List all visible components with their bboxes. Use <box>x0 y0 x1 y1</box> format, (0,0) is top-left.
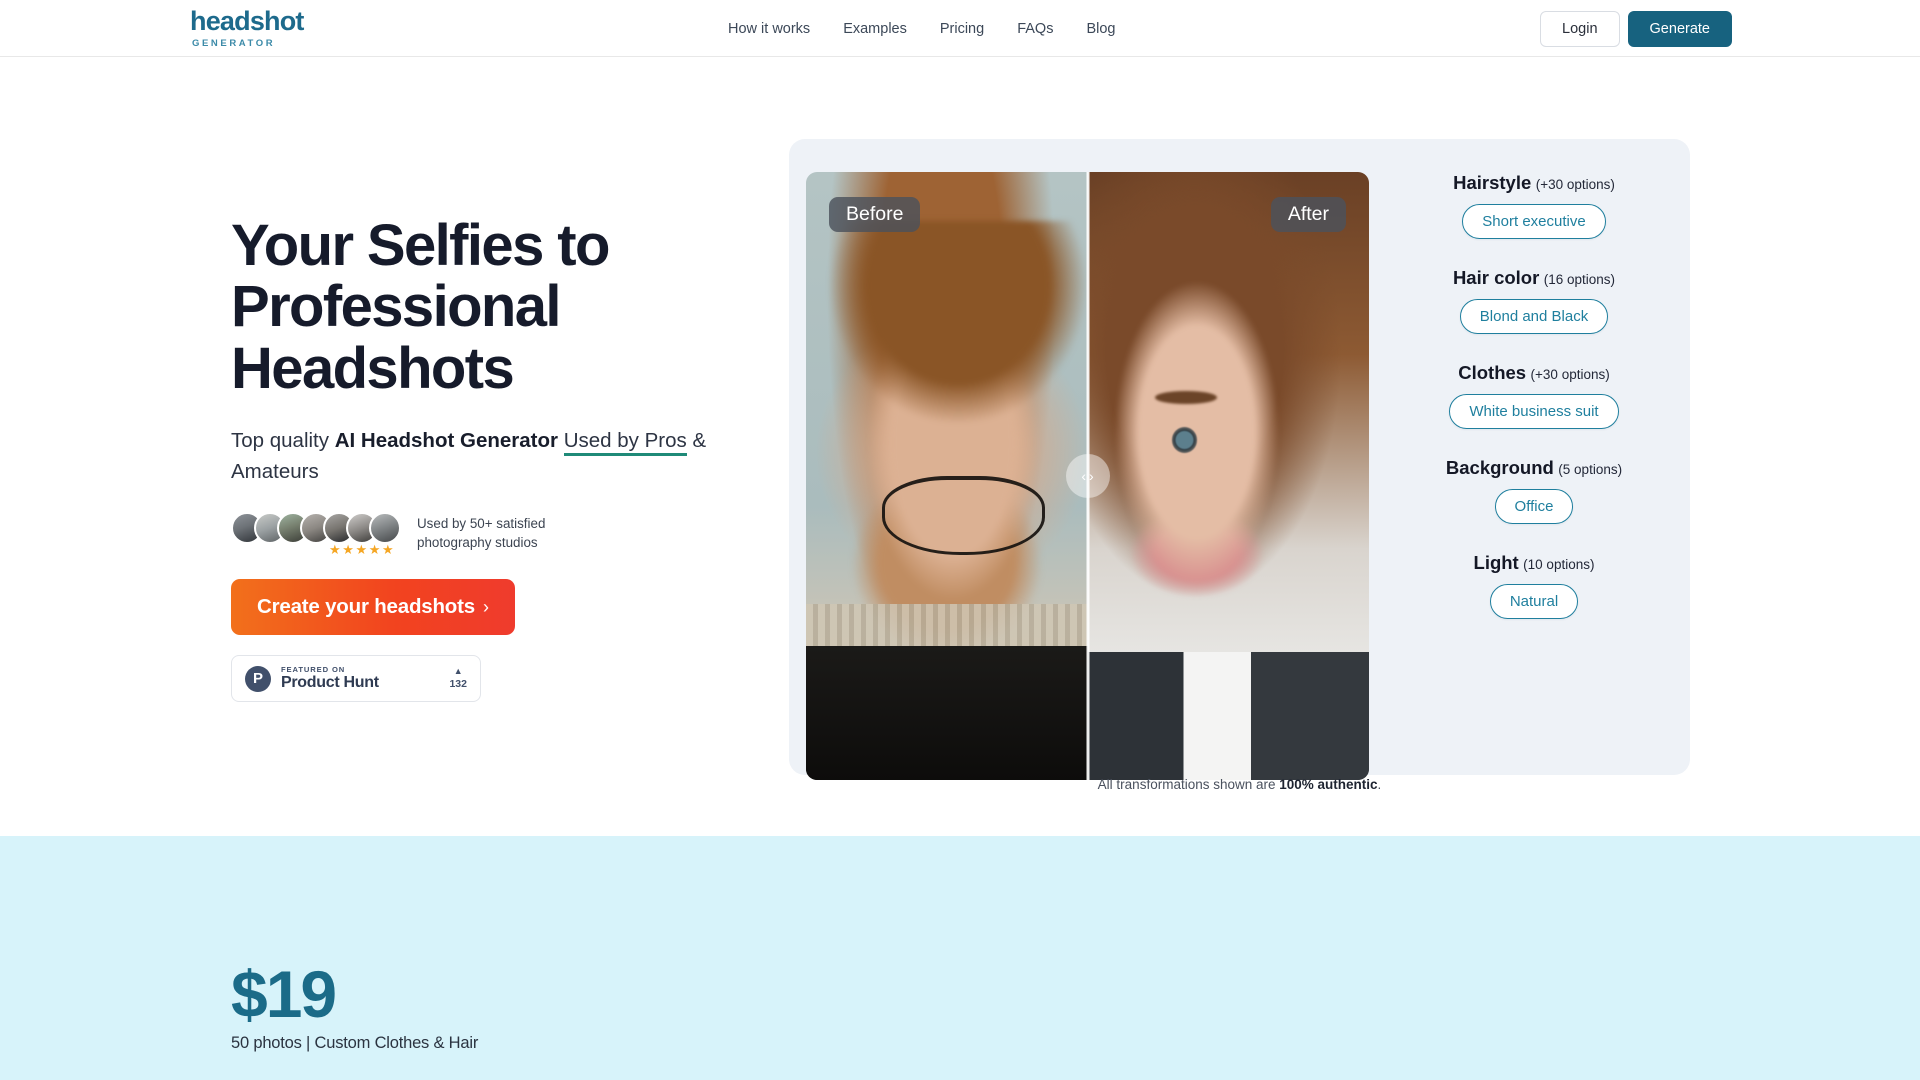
main-navigation: How it works Examples Pricing FAQs Blog <box>728 0 1115 57</box>
upvote-arrow-icon: ▲ <box>453 666 463 677</box>
subhead-prefix: Top quality <box>231 429 335 453</box>
site-logo[interactable]: headshot GENERATOR <box>190 8 304 49</box>
option-group-hairstyle: Hairstyle (+30 options) Short executive <box>1389 172 1679 239</box>
nav-item-pricing[interactable]: Pricing <box>940 21 984 37</box>
before-after-comparison[interactable]: ‹ › Before After <box>806 172 1369 780</box>
before-shirt <box>806 646 1088 780</box>
option-count: (5 options) <box>1558 462 1623 477</box>
caption-prefix: All transformations shown are <box>1097 777 1280 792</box>
caption-bold: 100% authentic <box>1279 777 1378 792</box>
star-rating: ★★★★★ <box>329 542 396 558</box>
option-group-hair-color: Hair color (16 options) Blond and Black <box>1389 267 1679 334</box>
after-face <box>1087 251 1313 628</box>
authenticity-caption: All transformations shown are 100% authe… <box>789 777 1690 792</box>
social-proof: ★★★★★ Used by 50+ satisfied photography … <box>231 512 751 557</box>
social-proof-line-1: Used by 50+ satisfied <box>417 516 546 532</box>
comparison-slider-handle[interactable]: ‹ › <box>1065 454 1110 498</box>
logo-subtitle: GENERATOR <box>192 38 276 49</box>
cta-label: Create your headshots <box>257 595 475 619</box>
logo-wordmark: headshot <box>190 6 304 36</box>
option-pill-clothes[interactable]: White business suit <box>1449 394 1619 429</box>
option-name: Hairstyle <box>1453 172 1532 193</box>
generate-button[interactable]: Generate <box>1627 10 1732 47</box>
landing-page: headshot GENERATOR How it works Examples… <box>0 0 1920 1080</box>
price-block: $19 50 photos | Custom Clothes & Hair <box>231 957 479 1053</box>
chevron-left-icon: ‹ <box>1081 468 1086 484</box>
price-amount: $19 <box>231 957 337 1031</box>
after-photo <box>1087 172 1369 780</box>
option-pill-light[interactable]: Natural <box>1489 584 1579 619</box>
option-name: Background <box>1445 457 1554 478</box>
nav-item-faqs[interactable]: FAQs <box>1017 21 1053 37</box>
after-label: After <box>1270 197 1346 232</box>
option-count: (+30 options) <box>1535 177 1615 192</box>
product-hunt-icon: P <box>245 665 271 692</box>
option-name: Hair color <box>1452 267 1540 288</box>
product-hunt-featured-label: FEATURED ON <box>281 665 346 675</box>
product-hunt-name: Product Hunt <box>281 674 379 692</box>
option-pill-hair-color[interactable]: Blond and Black <box>1459 299 1609 334</box>
site-header: headshot GENERATOR How it works Examples… <box>0 0 1920 57</box>
option-name: Light <box>1473 552 1519 573</box>
option-group-clothes: Clothes (+30 options) White business sui… <box>1389 362 1679 429</box>
after-suit <box>1087 652 1369 780</box>
product-hunt-text: FEATURED ON Product Hunt <box>281 665 439 692</box>
headline-line-3: Headshots <box>231 335 515 401</box>
option-pill-background[interactable]: Office <box>1494 489 1574 524</box>
social-proof-text: Used by 50+ satisfied photography studio… <box>417 512 545 552</box>
hero-subheadline: Top quality AI Headshot Generator Used b… <box>231 426 731 487</box>
avatar <box>369 512 401 545</box>
chevron-right-icon: › <box>1089 468 1094 484</box>
option-group-background: Background (5 options) Office <box>1389 457 1679 524</box>
option-count: (16 options) <box>1543 272 1616 287</box>
option-count: (+30 options) <box>1530 367 1610 382</box>
create-headshots-button[interactable]: Create your headshots › <box>231 579 515 636</box>
price-details: 50 photos | Custom Clothes & Hair <box>231 1033 479 1052</box>
nav-item-blog[interactable]: Blog <box>1086 21 1115 37</box>
option-name: Clothes <box>1458 362 1527 383</box>
nav-item-how-it-works[interactable]: How it works <box>728 21 810 37</box>
style-options-panel: Hairstyle (+30 options) Short executive … <box>1389 172 1679 619</box>
product-hunt-votes: ▲ 132 <box>449 666 467 691</box>
auth-actions: Login Generate <box>1540 0 1732 57</box>
option-label-background: Background (5 options) <box>1389 457 1679 479</box>
before-label: Before <box>829 197 921 232</box>
hero-left-column: Your Selfies to Professional Headshots T… <box>231 215 751 703</box>
caption-suffix: . <box>1377 777 1382 792</box>
glasses-icon <box>882 476 1046 556</box>
option-label-hairstyle: Hairstyle (+30 options) <box>1389 172 1679 194</box>
product-hunt-badge[interactable]: P FEATURED ON Product Hunt ▲ 132 <box>231 655 481 703</box>
nav-item-examples[interactable]: Examples <box>843 21 907 37</box>
option-label-hair-color: Hair color (16 options) <box>1389 267 1679 289</box>
social-proof-line-2: photography studios <box>417 535 538 551</box>
subhead-underlined-link[interactable]: Used by Pros <box>563 429 687 457</box>
option-pill-hairstyle[interactable]: Short executive <box>1462 204 1606 239</box>
option-label-light: Light (10 options) <box>1389 552 1679 574</box>
chevron-right-icon: › <box>482 596 489 617</box>
avatar-stack: ★★★★★ <box>231 512 401 557</box>
after-eye <box>1171 427 1198 453</box>
pricing-section: $19 50 photos | Custom Clothes & Hair ⬆ … <box>0 836 1920 1080</box>
headline-line-2: Professional <box>231 274 562 340</box>
product-hunt-vote-count: 132 <box>449 678 467 691</box>
option-label-clothes: Clothes (+30 options) <box>1389 362 1679 384</box>
headline-line-1: Your Selfies to <box>231 213 610 278</box>
before-image-half <box>806 172 1088 780</box>
before-photo <box>806 172 1088 780</box>
subhead-space <box>558 429 564 452</box>
login-button[interactable]: Login <box>1540 10 1620 47</box>
option-count: (10 options) <box>1523 557 1595 572</box>
after-image-half <box>1087 172 1369 780</box>
subhead-bold: AI Headshot Generator <box>334 429 558 453</box>
page-title: Your Selfies to Professional Headshots <box>231 215 751 399</box>
option-group-light: Light (10 options) Natural <box>1389 552 1679 619</box>
hero-preview-card: ‹ › Before After Hairstyle (+30 options)… <box>789 139 1690 780</box>
